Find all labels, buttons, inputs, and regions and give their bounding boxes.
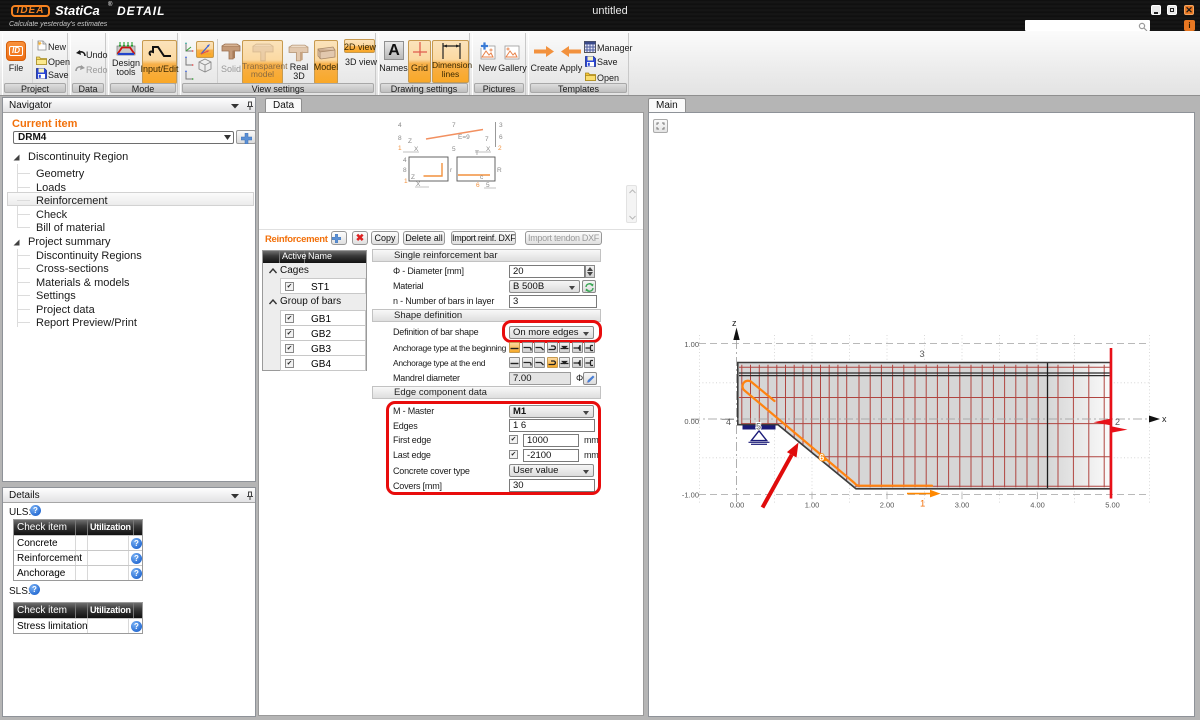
- svg-text:1: 1: [398, 145, 402, 152]
- svg-text:x: x: [1162, 414, 1167, 424]
- svg-text:0.00: 0.00: [684, 417, 699, 426]
- svg-text:5: 5: [452, 146, 456, 153]
- svg-text:6: 6: [819, 453, 824, 464]
- svg-text:7: 7: [452, 122, 456, 129]
- svg-text:z: z: [732, 318, 737, 328]
- svg-text:5: 5: [756, 422, 761, 432]
- svg-text:2: 2: [498, 145, 502, 152]
- svg-text:7: 7: [485, 136, 489, 143]
- svg-text:4: 4: [403, 157, 407, 164]
- svg-text:1.00: 1.00: [805, 501, 820, 510]
- svg-text:R: R: [497, 167, 502, 174]
- svg-text:4: 4: [398, 122, 402, 129]
- svg-text:2: 2: [1115, 417, 1120, 427]
- svg-text:T: T: [475, 150, 479, 157]
- svg-text:-1.00: -1.00: [682, 491, 699, 500]
- svg-text:8: 8: [398, 135, 402, 142]
- svg-text:3.00: 3.00: [955, 501, 970, 510]
- svg-text:6: 6: [476, 182, 480, 189]
- svg-text:E=9: E=9: [458, 134, 470, 141]
- svg-text:8: 8: [403, 167, 407, 174]
- svg-text:2.00: 2.00: [880, 501, 895, 510]
- svg-text:r: r: [450, 167, 453, 174]
- svg-text:6: 6: [499, 134, 503, 141]
- svg-text:4.00: 4.00: [1030, 501, 1045, 510]
- svg-text:1: 1: [920, 499, 925, 510]
- svg-text:3: 3: [920, 349, 925, 359]
- svg-text:1.00: 1.00: [684, 340, 699, 349]
- svg-text:5.00: 5.00: [1105, 501, 1120, 510]
- svg-text:0.00: 0.00: [730, 501, 745, 510]
- svg-text:Z: Z: [408, 138, 412, 145]
- svg-text:4: 4: [726, 417, 731, 427]
- svg-text:Z: Z: [411, 174, 415, 181]
- svg-text:3: 3: [499, 122, 503, 129]
- svg-text:1: 1: [404, 178, 408, 185]
